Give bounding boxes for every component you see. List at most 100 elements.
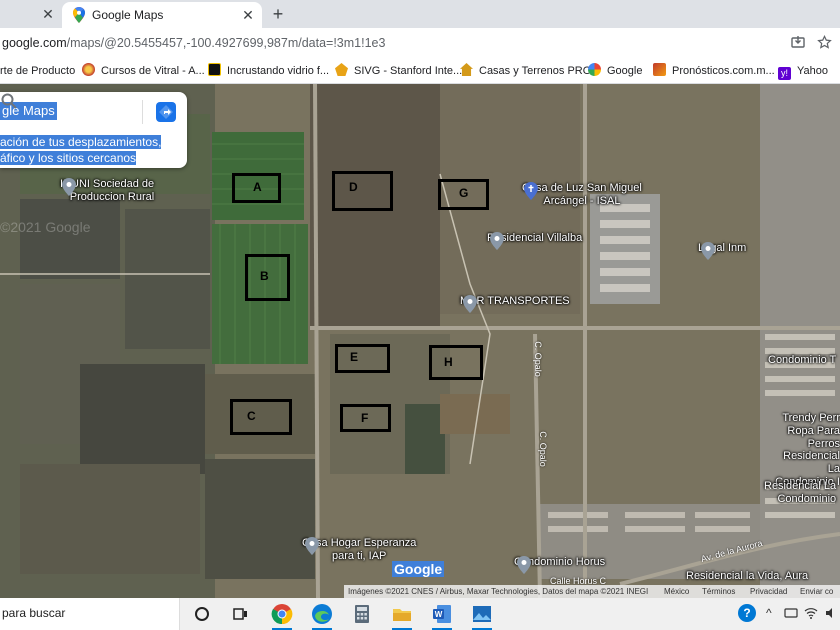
map-pin-icon bbox=[490, 232, 504, 250]
plot-c: C bbox=[230, 399, 292, 435]
bookmark-item[interactable]: Google bbox=[588, 63, 642, 79]
suggestion-line: áfico y los sitios cercanos bbox=[0, 151, 137, 165]
search-icon[interactable] bbox=[0, 92, 18, 110]
url-host: google.com bbox=[2, 36, 67, 50]
bookmark-item[interactable]: Cursos de Vitral - A... bbox=[82, 63, 205, 79]
poi-casa-hogar[interactable]: Casa Hogar Esperanza para ti, IAP bbox=[302, 537, 416, 563]
bookmark-label: Incrustando vidrio f... bbox=[227, 65, 330, 77]
yahoo-icon: y! bbox=[778, 67, 791, 80]
bookmark-star-icon[interactable] bbox=[816, 34, 832, 51]
poi-label: Casa Hogar Esperanza para ti, IAP bbox=[302, 537, 417, 562]
privacy-link[interactable]: Privacidad bbox=[750, 585, 787, 598]
map-pin-icon bbox=[517, 556, 531, 574]
church-pin-icon bbox=[524, 182, 538, 200]
chevron-up-icon[interactable]: ^ bbox=[766, 606, 772, 620]
street-label: C. Opalo bbox=[532, 341, 543, 377]
chrome-icon[interactable] bbox=[270, 602, 294, 630]
bookmark-label: Pronósticos.com.m... bbox=[672, 65, 775, 77]
svg-text:W: W bbox=[435, 610, 443, 619]
terms-link[interactable]: Términos bbox=[702, 585, 735, 598]
plot-f: F bbox=[340, 404, 391, 432]
pronosticos-icon bbox=[653, 63, 666, 76]
word-icon[interactable]: W bbox=[430, 602, 454, 630]
plot-label: G bbox=[459, 186, 469, 200]
house-icon bbox=[460, 63, 473, 76]
maps-pin-icon bbox=[73, 7, 85, 23]
country-link[interactable]: México bbox=[664, 585, 689, 598]
tab-title: Google Maps bbox=[92, 8, 164, 22]
photos-icon[interactable] bbox=[470, 602, 494, 630]
bookmark-item[interactable]: Pronósticos.com.m... bbox=[653, 63, 775, 79]
map-pin-icon bbox=[463, 295, 477, 313]
directions-icon bbox=[159, 105, 173, 119]
plot-h: H bbox=[429, 345, 483, 380]
bookmark-item[interactable]: Casas y Terrenos PRO bbox=[460, 63, 591, 79]
address-bar[interactable]: google.com/maps/@20.5455457,-100.4927699… bbox=[0, 28, 840, 58]
poi-mr-transportes[interactable]: M&R TRANSPORTES bbox=[460, 295, 570, 313]
bookmark-item[interactable]: SIVG - Stanford Inte... bbox=[335, 63, 462, 79]
url-field[interactable]: google.com/maps/@20.5455457,-100.4927699… bbox=[2, 36, 385, 50]
edge-icon[interactable] bbox=[310, 602, 334, 630]
bookmark-label: Yahoo bbox=[797, 65, 828, 77]
windows-taskbar: para buscar W ? ^ bbox=[0, 598, 840, 630]
feedback-link[interactable]: Enviar co bbox=[800, 585, 833, 598]
plot-label: H bbox=[444, 355, 453, 369]
calculator-icon[interactable] bbox=[350, 602, 374, 626]
volume-icon[interactable] bbox=[824, 606, 838, 623]
poi-label: Residencial La Condominio bbox=[764, 480, 837, 505]
wifi-icon[interactable] bbox=[804, 606, 818, 623]
directions-button[interactable] bbox=[156, 102, 176, 122]
poi-condominio-t[interactable]: Condominio T bbox=[768, 354, 836, 366]
plot-label: C bbox=[247, 409, 256, 423]
bookmark-item[interactable]: y! Yahoo bbox=[778, 63, 828, 80]
bookmark-label: Casas y Terrenos PRO bbox=[479, 65, 592, 77]
tab-strip: ✕ Google Maps ✕ + bbox=[0, 0, 840, 28]
plot-b: B bbox=[245, 254, 290, 301]
poi-label: Condominio T bbox=[768, 354, 837, 366]
taskbar-search-box[interactable]: para buscar bbox=[0, 598, 180, 630]
plot-label: D bbox=[349, 180, 358, 194]
poi-residencial-la-vida[interactable]: Residencial la Vida, Aura bbox=[686, 570, 808, 582]
search-suggestion[interactable]: ación de tus desplazamientos, áfico y lo… bbox=[0, 134, 170, 166]
poi-legal-inm[interactable]: Legal Inm bbox=[698, 242, 746, 260]
plot-label: A bbox=[253, 180, 262, 194]
plot-g: G bbox=[438, 179, 489, 210]
task-view-icon[interactable] bbox=[228, 602, 252, 626]
attribution-credits: Imágenes ©2021 CNES / Airbus, Maxar Tech… bbox=[348, 587, 649, 596]
plot-label: F bbox=[361, 411, 369, 425]
poi-residencial-la-2[interactable]: Residencial La Condominio bbox=[764, 480, 836, 506]
taskbar-search-placeholder: para buscar bbox=[2, 606, 66, 620]
bookmark-item[interactable]: Incrustando vidrio f... bbox=[208, 63, 329, 79]
divider bbox=[142, 100, 143, 124]
street-label: C. Opalo bbox=[537, 431, 548, 467]
poi-residencial-villalba[interactable]: Residencial Villalba bbox=[487, 232, 582, 250]
sivg-icon bbox=[335, 63, 348, 76]
google-logo: Google bbox=[392, 561, 445, 577]
install-app-icon[interactable] bbox=[790, 35, 806, 51]
plot-a: A bbox=[232, 173, 281, 203]
tab-google-maps[interactable]: Google Maps ✕ bbox=[62, 2, 262, 28]
poi-inuni[interactable]: INUNI Sociedad de Produccion Rural bbox=[60, 178, 154, 204]
plot-e: E bbox=[335, 344, 390, 373]
poi-trendy-perr[interactable]: Trendy Perr Ropa Para Perros bbox=[755, 412, 840, 451]
cortana-icon[interactable] bbox=[190, 602, 214, 626]
satellite-map[interactable]: ©2021 Google A B C D E F G H INUNI Socie… bbox=[0, 84, 840, 598]
bookmark-item[interactable]: rte de Producto bbox=[0, 63, 75, 79]
poi-label: Trendy Perr Ropa Para Perros bbox=[782, 412, 840, 450]
new-tab-button[interactable]: + bbox=[268, 4, 288, 24]
screen: ✕ Google Maps ✕ + google.com/maps/@20.54… bbox=[0, 0, 840, 630]
map-pin-icon bbox=[62, 178, 76, 196]
bookmark-label: SIVG - Stanford Inte... bbox=[354, 65, 463, 77]
poi-condominio-horus[interactable]: Condominio Horus bbox=[514, 556, 605, 574]
video-icon bbox=[208, 63, 221, 76]
poi-casa-de-luz[interactable]: Casa de Luz San Miguel Arcángel - ISAL bbox=[522, 182, 642, 208]
file-explorer-icon[interactable] bbox=[390, 602, 414, 630]
plot-label: E bbox=[350, 350, 359, 364]
plot-label: B bbox=[260, 269, 269, 283]
help-icon[interactable]: ? bbox=[738, 604, 756, 622]
bookmark-label: Cursos de Vitral - A... bbox=[101, 65, 205, 77]
search-panel: gle Maps ación de tus desplazamientos, á… bbox=[0, 92, 187, 168]
network-icon[interactable] bbox=[784, 606, 798, 623]
close-tab-icon[interactable]: ✕ bbox=[240, 7, 256, 23]
close-tab-icon[interactable]: ✕ bbox=[40, 6, 56, 22]
